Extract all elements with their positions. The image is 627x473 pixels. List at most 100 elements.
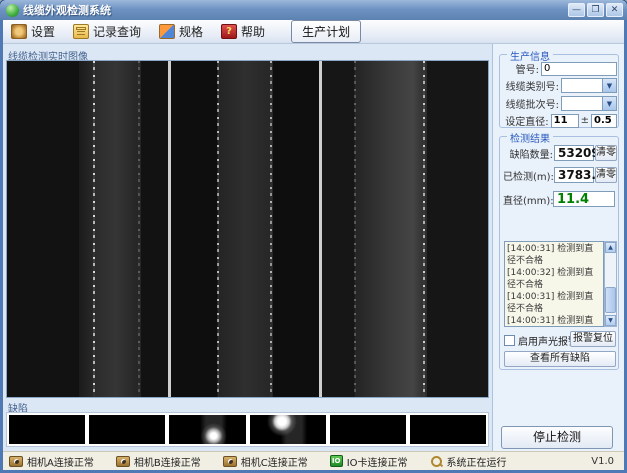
wire-edge-left — [217, 61, 219, 397]
camera-b-status: 相机B连接正常 — [116, 454, 201, 469]
cable-batch-select[interactable]: ▼ — [561, 96, 617, 111]
defect-thumbnail[interactable] — [89, 415, 165, 444]
diameter-value: 11.4 — [553, 191, 615, 207]
detection-log-list[interactable]: [14:00:31] 检测到直径不合格 [14:00:32] 检测到直径不合格 … — [504, 241, 604, 327]
wire-band — [79, 61, 141, 397]
minimize-button[interactable]: — — [568, 3, 585, 17]
scrollbar-thumb[interactable] — [605, 287, 616, 313]
settings-icon — [11, 24, 27, 39]
cable-class-select[interactable]: ▼ — [561, 78, 617, 93]
spec-label: 规格 — [179, 23, 203, 40]
view-all-defects-button[interactable]: 查看所有缺陷 — [504, 351, 616, 367]
log-scrollbar[interactable]: ▲ ▼ — [604, 241, 617, 327]
help-button[interactable]: ? 帮助 — [219, 22, 267, 41]
alarm-checkbox-label: 启用声光报警 — [518, 333, 578, 348]
scroll-up-icon[interactable]: ▲ — [605, 242, 616, 253]
log-entry: [14:00:31] 检测到直径不合格 — [507, 291, 601, 315]
record-query-label: 记录查询 — [93, 23, 141, 40]
clear-measured-button[interactable]: 清零 — [595, 167, 617, 183]
set-diameter-input[interactable] — [551, 114, 579, 128]
chevron-down-icon[interactable]: ▼ — [602, 97, 616, 110]
defect-blob — [169, 415, 245, 444]
cable-batch-label: 线缆批次号: — [503, 96, 559, 111]
camera-a-view — [7, 61, 168, 397]
measured-length-row: 已检测(m): 3783.3 清零 — [503, 167, 617, 183]
chevron-down-icon[interactable]: ▼ — [602, 79, 616, 92]
camera-icon — [9, 456, 23, 467]
defect-count-label: 缺陷数量: — [503, 146, 553, 161]
alarm-checkbox[interactable] — [504, 335, 515, 346]
io-card-status: IO IO卡连接正常 — [330, 454, 408, 469]
plus-minus-sign: ± — [581, 115, 589, 126]
right-panel: 生产信息 管号: 线缆类别号: ▼ 线缆批次号: ▼ — [492, 44, 624, 451]
record-book-icon — [73, 24, 89, 39]
camera-b-view — [171, 61, 319, 397]
wire-edge-left — [354, 61, 356, 397]
title-bar[interactable]: 线缆外观检测系统 — ❐ ✕ — [0, 0, 627, 20]
camera-icon — [223, 456, 237, 467]
defect-count-value: 53209 — [554, 145, 594, 161]
help-book-icon: ? — [221, 24, 237, 39]
detection-results-group: 检测结果 缺陷数量: 53209 清零 已检测(m): 3783.3 清零 直径… — [499, 136, 619, 370]
camera-a-status: 相机A连接正常 — [9, 454, 94, 469]
diameter-row: 直径(mm): 11.4 — [503, 191, 617, 207]
io-card-icon: IO — [330, 455, 343, 467]
defect-thumbnail[interactable] — [330, 415, 406, 444]
scroll-down-icon[interactable]: ▼ — [605, 315, 616, 326]
cable-batch-row: 线缆批次号: ▼ — [503, 96, 617, 111]
defect-thumbnail-strip — [6, 412, 489, 447]
tolerance-input[interactable] — [591, 114, 617, 128]
camera-c-view — [322, 61, 488, 397]
record-query-button[interactable]: 记录查询 — [71, 22, 143, 41]
measured-length-value: 3783.3 — [554, 167, 594, 183]
app-window: 线缆外观检测系统 — ❐ ✕ 设置 记录查询 规格 ? 帮助 生产计划 线缆检测… — [0, 0, 627, 473]
measured-length-label: 已检测(m): — [503, 168, 553, 183]
wire-edge-right — [270, 61, 272, 397]
client-area: 线缆检测实时图像 缺陷 — [3, 44, 624, 451]
wire-band — [355, 61, 427, 397]
system-running-status: 系统正在运行 — [430, 454, 507, 469]
wire-band — [218, 61, 273, 397]
defect-count-row: 缺陷数量: 53209 清零 — [503, 145, 617, 161]
spec-button[interactable]: 规格 — [157, 22, 205, 41]
stop-detection-button[interactable]: 停止检测 — [501, 426, 613, 449]
tube-number-input[interactable] — [541, 62, 617, 76]
defect-thumbnail[interactable] — [410, 415, 486, 444]
defect-thumbnail[interactable] — [250, 415, 326, 444]
defect-thumbnail[interactable] — [169, 415, 245, 444]
settings-button[interactable]: 设置 — [9, 22, 57, 41]
camera-a-status-text: 相机A连接正常 — [27, 454, 94, 469]
defect-thumbnail[interactable] — [9, 415, 85, 444]
camera-icon — [116, 456, 130, 467]
production-plan-button[interactable]: 生产计划 — [291, 20, 361, 43]
camera-c-status: 相机C连接正常 — [223, 454, 308, 469]
tube-number-row: 管号: — [503, 61, 617, 76]
cable-class-row: 线缆类别号: ▼ — [503, 78, 617, 93]
set-diameter-row: 设定直径: ± — [503, 113, 617, 128]
camera-b-status-text: 相机B连接正常 — [134, 454, 201, 469]
io-card-status-text: IO卡连接正常 — [347, 454, 408, 469]
log-entry: [14:00:31] 检测到直径不合格 — [507, 315, 601, 327]
production-info-group: 生产信息 管号: 线缆类别号: ▼ 线缆批次号: ▼ — [499, 54, 619, 128]
tube-number-label: 管号: — [503, 61, 539, 76]
settings-label: 设置 — [31, 23, 55, 40]
status-bar: 相机A连接正常 相机B连接正常 相机C连接正常 IO IO卡连接正常 系统正在运… — [3, 451, 624, 470]
diameter-label: 直径(mm): — [503, 192, 551, 207]
magnifier-icon — [430, 455, 443, 468]
wire-edge-faint — [138, 61, 140, 397]
app-icon — [6, 4, 19, 17]
log-entry: [14:00:32] 检测到直径不合格 — [507, 267, 601, 291]
wire-edge-right — [423, 61, 425, 397]
set-diameter-label: 设定直径: — [503, 113, 549, 128]
alarm-reset-button[interactable]: 报警复位 — [570, 331, 616, 347]
close-button[interactable]: ✕ — [606, 3, 623, 17]
camera-c-status-text: 相机C连接正常 — [241, 454, 308, 469]
clear-defect-count-button[interactable]: 清零 — [595, 145, 617, 161]
version-label: V1.0 — [591, 456, 618, 467]
toolbar: 设置 记录查询 规格 ? 帮助 生产计划 — [3, 20, 624, 44]
cable-class-label: 线缆类别号: — [503, 78, 559, 93]
detection-results-title: 检测结果 — [507, 130, 553, 145]
log-entry: [14:00:31] 检测到直径不合格 — [507, 243, 601, 267]
maximize-button[interactable]: ❐ — [587, 3, 604, 17]
live-camera-views — [6, 60, 489, 398]
